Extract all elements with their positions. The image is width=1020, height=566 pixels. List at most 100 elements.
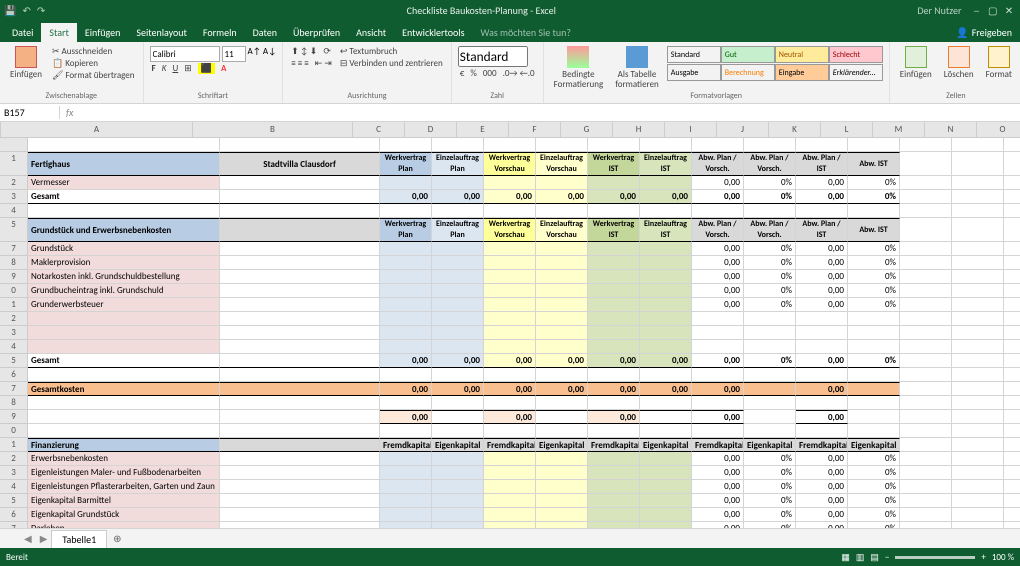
spreadsheet-grid[interactable]: 1 Fertighaus Stadtvilla Clausdorf Werkve… (0, 138, 1020, 528)
inc-decimal-icon[interactable]: .0→ (503, 68, 518, 79)
share-button[interactable]: 👤Freigeben (948, 23, 1020, 42)
tab-einfuegen[interactable]: Einfügen (77, 23, 129, 42)
new-sheet-button[interactable]: ⊕ (107, 530, 127, 547)
formula-input[interactable] (79, 106, 1020, 119)
view-pagebreak-icon[interactable]: ▤ (870, 552, 879, 563)
close-icon[interactable]: ✕ (1002, 4, 1016, 17)
number-format-input[interactable] (458, 46, 528, 67)
col-header[interactable]: O (977, 122, 1020, 137)
table-row[interactable]: 6Eigenkapital Grundstück0,000%0,000% (0, 508, 1020, 522)
paste-button[interactable]: Einfügen (6, 46, 46, 80)
section-header-row[interactable]: 1 Fertighaus Stadtvilla Clausdorf Werkve… (0, 152, 1020, 176)
section-header-row[interactable]: 5 Grundstück und Erwerbsnebenkosten Werk… (0, 218, 1020, 242)
maximize-icon[interactable]: ▢ (986, 4, 1000, 17)
comma-icon[interactable]: 000 (483, 68, 497, 79)
col-header[interactable]: F (509, 122, 561, 137)
table-row[interactable]: 1Grunderwerbsteuer0,000%0,000% (0, 298, 1020, 312)
style-neutral[interactable]: Neutral (775, 46, 829, 63)
indent-increase-icon[interactable]: ⇥ (324, 58, 332, 69)
view-normal-icon[interactable]: ▦ (841, 552, 850, 563)
save-icon[interactable]: 💾 (4, 4, 16, 17)
col-header[interactable]: D (405, 122, 457, 137)
col-header[interactable]: B (193, 122, 353, 137)
table-row[interactable]: 3Gesamt0,000,000,000,000,000,000,000%0,0… (0, 190, 1020, 204)
table-row[interactable]: 7Darlehen0,000%0,000% (0, 522, 1020, 528)
format-as-table-button[interactable]: Als Tabelle formatieren (611, 46, 663, 90)
table-row[interactable]: 4Eigenleistungen Pflasterarbeiten, Garte… (0, 480, 1020, 494)
table-row[interactable]: 8Maklerprovision0,000%0,000% (0, 256, 1020, 270)
format-painter-button[interactable]: 🖌Format übertragen (50, 70, 137, 81)
table-row[interactable]: 7Grundstück0,000%0,000% (0, 242, 1020, 256)
name-box[interactable] (0, 106, 60, 119)
table-row[interactable]: 0 (0, 424, 1020, 438)
align-bottom-icon[interactable]: ⬇ (310, 46, 318, 57)
table-row[interactable]: 0Grundbucheintrag inkl. Grundschuld0,000… (0, 284, 1020, 298)
sheet-nav-prev-icon[interactable]: ◀ (20, 532, 36, 545)
table-row[interactable]: 6 (0, 368, 1020, 382)
align-center-icon[interactable]: ≡ (298, 58, 302, 69)
bold-button[interactable]: F (152, 63, 156, 74)
col-header[interactable]: A (1, 122, 193, 137)
table-row[interactable]: 4 (0, 204, 1020, 218)
style-eingabe[interactable]: Eingabe (775, 64, 829, 81)
col-header[interactable]: E (457, 122, 509, 137)
align-right-icon[interactable]: ≡ (304, 58, 308, 69)
tab-seitenlayout[interactable]: Seitenlayout (128, 23, 195, 42)
copy-button[interactable]: 📋Kopieren (50, 58, 137, 69)
indent-decrease-icon[interactable]: ⇤ (315, 58, 323, 69)
minimize-icon[interactable]: ─ (969, 4, 983, 17)
view-layout-icon[interactable]: ▥ (856, 552, 865, 563)
col-header[interactable]: H (613, 122, 665, 137)
shrink-font-icon[interactable]: A↓ (263, 46, 276, 62)
italic-button[interactable]: K (162, 63, 167, 74)
table-row[interactable]: 3Eigenleistungen Maler- und Fußbodenarbe… (0, 466, 1020, 480)
col-header[interactable]: G (561, 122, 613, 137)
tab-entwicklertools[interactable]: Entwicklertools (394, 23, 472, 42)
style-berechnung[interactable]: Berechnung (721, 64, 775, 81)
table-row[interactable]: 4 (0, 340, 1020, 354)
underline-button[interactable]: U (172, 63, 178, 74)
border-icon[interactable]: ⊞ (184, 63, 192, 74)
style-schlecht[interactable]: Schlecht (829, 46, 883, 63)
total-row[interactable]: 7Gesamtkosten0,000,000,000,000,000,000,0… (0, 382, 1020, 396)
table-row[interactable]: 8 (0, 396, 1020, 410)
style-gut[interactable]: Gut (721, 46, 775, 63)
grow-font-icon[interactable]: A↑ (248, 46, 261, 62)
table-row[interactable] (0, 138, 1020, 152)
delete-cells-button[interactable]: Löschen (940, 46, 978, 80)
col-header[interactable]: M (873, 122, 925, 137)
zoom-slider[interactable] (895, 556, 975, 559)
currency-icon[interactable]: € (460, 68, 465, 79)
table-row[interactable]: 5Gesamt0,000,000,000,000,000,000,000%0,0… (0, 354, 1020, 368)
col-header[interactable]: J (717, 122, 769, 137)
percent-icon[interactable]: % (470, 68, 476, 79)
tab-datei[interactable]: Datei (4, 23, 41, 42)
insert-cells-button[interactable]: Einfügen (896, 46, 936, 80)
tab-ansicht[interactable]: Ansicht (348, 23, 394, 42)
fx-icon[interactable]: fx (60, 106, 79, 119)
tab-formeln[interactable]: Formeln (195, 23, 245, 42)
zoom-level[interactable]: 100 % (992, 552, 1014, 563)
align-top-icon[interactable]: ⬆ (291, 46, 299, 57)
orientation-icon[interactable]: ⟳ (323, 46, 331, 57)
col-header[interactable]: K (769, 122, 821, 137)
style-standard[interactable]: Standard (667, 46, 721, 63)
wrap-text-button[interactable]: ↩Textumbruch (338, 46, 445, 57)
col-header[interactable]: L (821, 122, 873, 137)
align-left-icon[interactable]: ≡ (291, 58, 295, 69)
section-header-row[interactable]: 1 Finanzierung FremdkapitalEigenkapital … (0, 438, 1020, 452)
zoom-in-icon[interactable]: + (981, 552, 985, 563)
col-header[interactable]: I (665, 122, 717, 137)
font-size-input[interactable] (222, 46, 246, 62)
table-row[interactable]: 3 (0, 326, 1020, 340)
format-cells-button[interactable]: Format (982, 46, 1016, 80)
undo-icon[interactable]: ↶ (22, 4, 30, 17)
redo-icon[interactable]: ↷ (37, 4, 45, 17)
table-row[interactable]: 2Erwerbsnebenkosten0,000%0,000% (0, 452, 1020, 466)
cut-button[interactable]: ✂Ausschneiden (50, 46, 137, 57)
font-name-input[interactable] (150, 46, 220, 62)
style-ausgabe[interactable]: Ausgabe (667, 64, 721, 81)
font-color-icon[interactable]: A (221, 63, 226, 74)
table-row[interactable]: 5Eigenkapital Barmittel0,000%0,000% (0, 494, 1020, 508)
merge-button[interactable]: ⊟Verbinden und zentrieren (338, 58, 445, 69)
